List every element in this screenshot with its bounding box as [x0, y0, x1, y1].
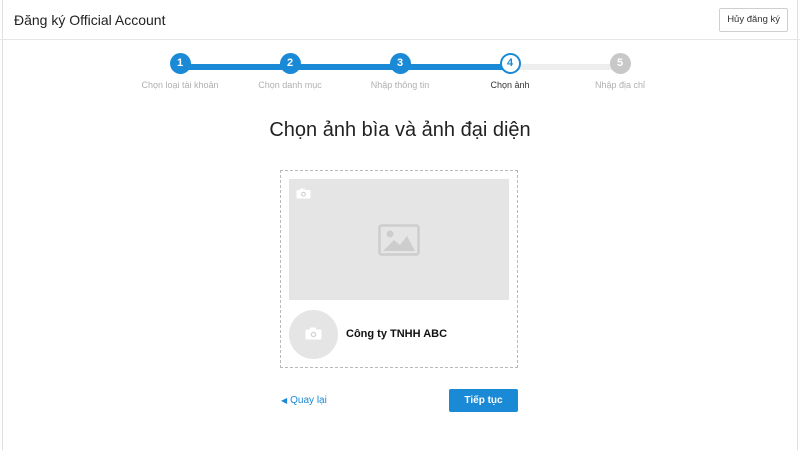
- cover-photo-upload[interactable]: [289, 179, 509, 300]
- company-name: Công ty TNHH ABC: [346, 328, 448, 340]
- registration-stepper: 1 Chọn loại tài khoản 2 Chọn danh mục 3 …: [0, 50, 800, 100]
- avatar-upload[interactable]: [289, 310, 338, 359]
- step-enter-info[interactable]: 3 Nhập thông tin: [340, 50, 460, 90]
- continue-button[interactable]: Tiếp tục: [449, 389, 518, 412]
- image-placeholder-icon: [378, 224, 420, 261]
- camera-icon[interactable]: [296, 186, 311, 204]
- page-title: Đăng ký Official Account: [14, 12, 166, 28]
- back-label: Quay lại: [290, 395, 327, 406]
- step-number: 2: [279, 53, 301, 74]
- back-link[interactable]: ◀ Quay lại: [281, 395, 327, 406]
- step-number: 5: [609, 53, 631, 74]
- step-enter-address: 5 Nhập địa chỉ: [560, 50, 680, 90]
- step-choose-category[interactable]: 2 Chọn danh mục: [230, 50, 350, 90]
- step-label: Chọn loại tài khoản: [141, 80, 219, 90]
- step-label: Chọn danh mục: [258, 80, 322, 90]
- step-label: Nhập thông tin: [370, 80, 430, 90]
- step-number: 3: [389, 53, 411, 74]
- chevron-left-icon: ◀: [281, 396, 288, 405]
- camera-icon: [305, 327, 322, 340]
- step-choose-image: 4 Chọn ảnh: [450, 50, 570, 90]
- step-number: 4: [499, 53, 521, 74]
- step-label: Nhập địa chỉ: [594, 80, 646, 90]
- step-choose-account-type[interactable]: 1 Chọn loại tài khoản: [120, 50, 240, 90]
- profile-preview-card: Công ty TNHH ABC: [280, 170, 518, 368]
- cancel-registration-button[interactable]: Hủy đăng ký: [719, 8, 788, 32]
- section-title: Chọn ảnh bìa và ảnh đại diện: [269, 119, 531, 141]
- header: Đăng ký Official Account Hủy đăng ký: [0, 0, 800, 40]
- step-label: Chọn ảnh: [490, 80, 530, 90]
- step-number: 1: [169, 53, 191, 74]
